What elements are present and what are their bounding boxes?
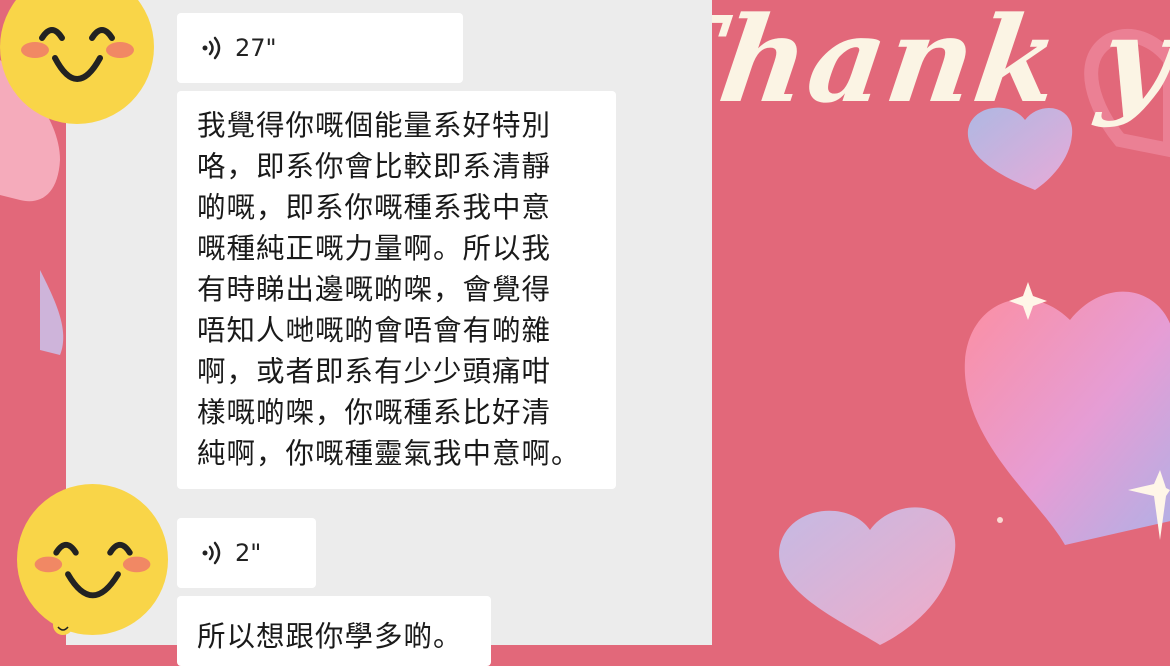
voice-duration: 27" bbox=[235, 34, 277, 62]
heart-icon bbox=[964, 291, 1170, 545]
text-message: 所以想跟你學多啲。 bbox=[177, 596, 491, 666]
message-line: 我覺得你嘅個能量系好特別 bbox=[197, 109, 552, 142]
smiley-face-icon bbox=[17, 484, 169, 636]
small-smiley-icon bbox=[53, 615, 73, 635]
voice-message[interactable]: 27" bbox=[177, 13, 463, 83]
message-line: 所以想跟你學多啲。 bbox=[197, 620, 463, 653]
text-message: 我覺得你嘅個能量系好特別 咯，即系你會比較即系清靜 啲嘅，即系你嘅種系我中意 嘅… bbox=[177, 91, 616, 489]
message-line: 樣嘅啲㗎，你嘅種系比好清 bbox=[197, 396, 552, 429]
message-line: 啲嘅，即系你嘅種系我中意 bbox=[197, 191, 552, 224]
message-line: 啊，或者即系有少少頭痛咁 bbox=[197, 355, 552, 388]
message-line: 純啊，你嘅種靈氣我中意啊。 bbox=[197, 437, 581, 470]
smiley-face-icon bbox=[0, 0, 154, 124]
voice-message[interactable]: 2" bbox=[177, 518, 316, 588]
voice-wave-icon bbox=[202, 36, 221, 60]
voice-duration: 2" bbox=[235, 539, 262, 567]
message-line: 有時睇出邊嘅啲㗎，會覺得 bbox=[197, 273, 552, 306]
voice-wave-icon bbox=[202, 541, 221, 565]
heart-icon bbox=[779, 507, 956, 645]
message-line: 咯，即系你會比較即系清靜 bbox=[197, 150, 552, 183]
message-line: 嘅種純正嘅力量啊。所以我 bbox=[197, 232, 552, 265]
message-line: 唔知人哋嘅啲會唔會有啲雜 bbox=[197, 314, 552, 347]
